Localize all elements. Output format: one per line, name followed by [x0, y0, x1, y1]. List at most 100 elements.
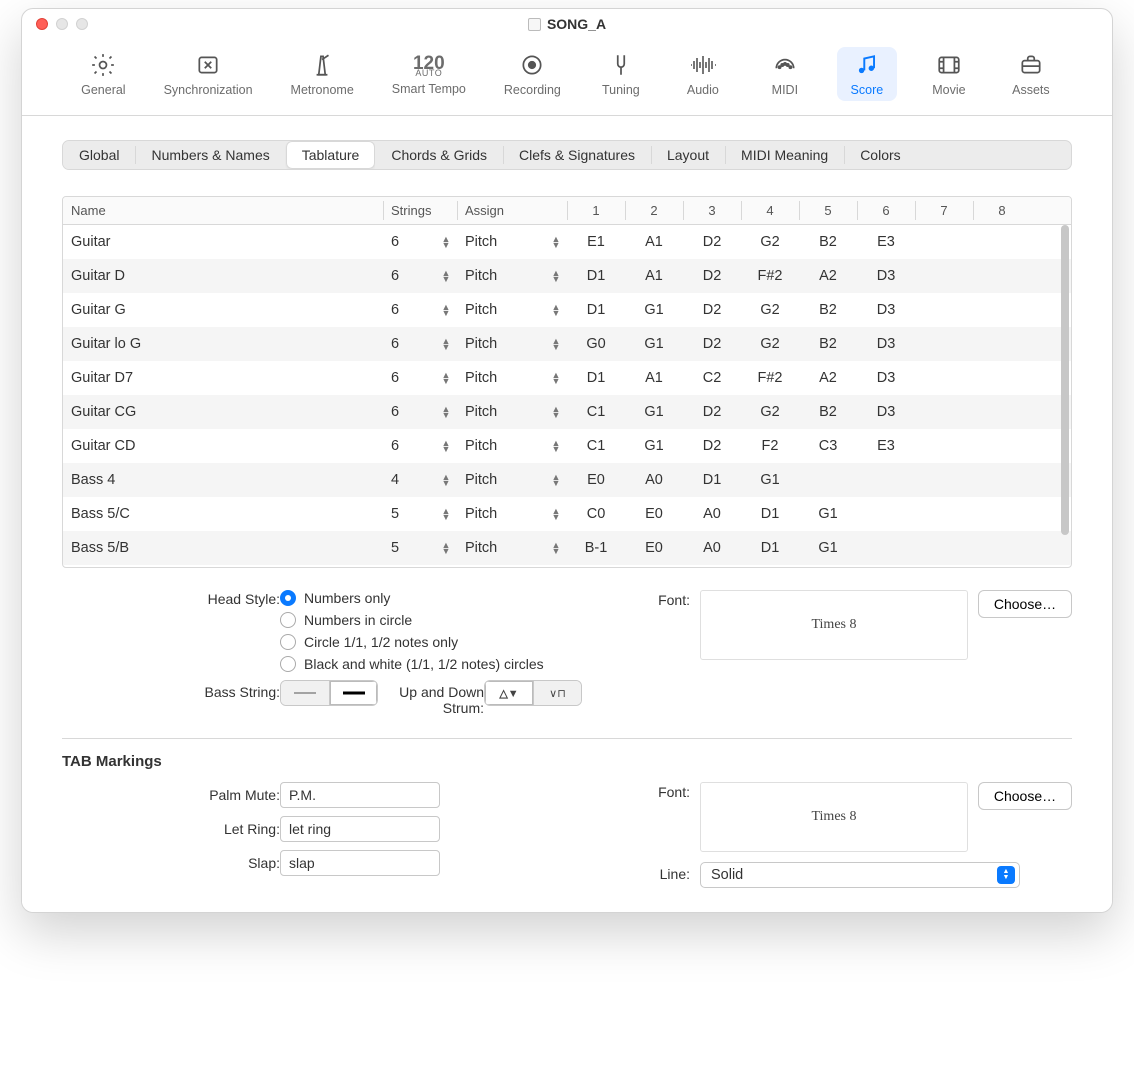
- cell-pitch-4[interactable]: D1: [741, 540, 799, 556]
- col-assign[interactable]: Assign: [457, 197, 567, 224]
- zoom-window-button[interactable]: [76, 18, 88, 30]
- cell-pitch-1[interactable]: D1: [567, 370, 625, 386]
- subtab-chords-grids[interactable]: Chords & Grids: [375, 141, 503, 169]
- table-row[interactable]: Bass 5/C5▲▼Pitch▲▼C0E0A0D1G1: [63, 497, 1071, 531]
- stepper-icon[interactable]: ▲▼: [549, 406, 563, 418]
- let-ring-input[interactable]: let ring: [280, 816, 440, 842]
- cell-pitch-5[interactable]: B2: [799, 234, 857, 250]
- stepper-icon[interactable]: ▲▼: [439, 236, 453, 248]
- cell-pitch-3[interactable]: D2: [683, 268, 741, 284]
- cell-pitch-3[interactable]: A0: [683, 506, 741, 522]
- cell-pitch-5[interactable]: A2: [799, 370, 857, 386]
- cell-pitch-2[interactable]: G1: [625, 404, 683, 420]
- cell-assign[interactable]: Pitch▲▼: [457, 302, 567, 318]
- table-row[interactable]: Guitar CG6▲▼Pitch▲▼C1G1D2G2B2D3: [63, 395, 1071, 429]
- subtab-colors[interactable]: Colors: [844, 141, 916, 169]
- cell-pitch-3[interactable]: D2: [683, 438, 741, 454]
- toolbar-audio[interactable]: Audio: [673, 47, 733, 101]
- cell-pitch-6[interactable]: D3: [857, 404, 915, 420]
- stepper-icon[interactable]: ▲▼: [549, 474, 563, 486]
- cell-strings[interactable]: 6▲▼: [383, 302, 457, 318]
- col-1[interactable]: 1: [567, 197, 625, 224]
- cell-pitch-2[interactable]: E0: [625, 506, 683, 522]
- cell-pitch-5[interactable]: G1: [799, 506, 857, 522]
- toolbar-recording[interactable]: Recording: [496, 47, 569, 101]
- scrollbar[interactable]: [1059, 225, 1069, 565]
- col-8[interactable]: 8: [973, 197, 1031, 224]
- cell-assign[interactable]: Pitch▲▼: [457, 370, 567, 386]
- table-row[interactable]: Guitar D76▲▼Pitch▲▼D1A1C2F#2A2D3: [63, 361, 1071, 395]
- subtab-global[interactable]: Global: [63, 141, 135, 169]
- stepper-icon[interactable]: ▲▼: [439, 270, 453, 282]
- cell-pitch-6[interactable]: D3: [857, 268, 915, 284]
- minimize-window-button[interactable]: [56, 18, 68, 30]
- cell-pitch-2[interactable]: A1: [625, 370, 683, 386]
- cell-pitch-1[interactable]: D1: [567, 302, 625, 318]
- cell-strings[interactable]: 6▲▼: [383, 234, 457, 250]
- radio-numbers-only[interactable]: Numbers only: [280, 590, 582, 606]
- cell-pitch-4[interactable]: F#2: [741, 268, 799, 284]
- subtab-layout[interactable]: Layout: [651, 141, 725, 169]
- cell-pitch-1[interactable]: D1: [567, 268, 625, 284]
- stepper-icon[interactable]: ▲▼: [439, 338, 453, 350]
- cell-pitch-6[interactable]: E3: [857, 234, 915, 250]
- cell-pitch-1[interactable]: E0: [567, 472, 625, 488]
- col-name[interactable]: Name: [63, 197, 383, 224]
- cell-pitch-1[interactable]: B-1: [567, 540, 625, 556]
- toolbar-synchronization[interactable]: Synchronization: [156, 47, 261, 101]
- cell-pitch-1[interactable]: C1: [567, 438, 625, 454]
- cell-strings[interactable]: 6▲▼: [383, 404, 457, 420]
- table-body[interactable]: Guitar6▲▼Pitch▲▼E1A1D2G2B2E3Guitar D6▲▼P…: [63, 225, 1071, 567]
- stepper-icon[interactable]: ▲▼: [549, 270, 563, 282]
- cell-pitch-3[interactable]: D2: [683, 302, 741, 318]
- cell-pitch-2[interactable]: G1: [625, 336, 683, 352]
- cell-assign[interactable]: Pitch▲▼: [457, 506, 567, 522]
- bass-string-thin[interactable]: [281, 681, 329, 705]
- stepper-icon[interactable]: ▲▼: [439, 440, 453, 452]
- cell-assign[interactable]: Pitch▲▼: [457, 336, 567, 352]
- cell-pitch-2[interactable]: A1: [625, 234, 683, 250]
- cell-pitch-3[interactable]: D2: [683, 404, 741, 420]
- cell-pitch-5[interactable]: A2: [799, 268, 857, 284]
- cell-assign[interactable]: Pitch▲▼: [457, 234, 567, 250]
- cell-pitch-5[interactable]: G1: [799, 540, 857, 556]
- toolbar-tuning[interactable]: Tuning: [591, 47, 651, 101]
- cell-pitch-2[interactable]: A0: [625, 472, 683, 488]
- cell-pitch-4[interactable]: G2: [741, 234, 799, 250]
- cell-pitch-3[interactable]: C2: [683, 370, 741, 386]
- cell-pitch-3[interactable]: D2: [683, 234, 741, 250]
- stepper-icon[interactable]: ▲▼: [439, 474, 453, 486]
- strum-style-b[interactable]: ∨⊓: [533, 681, 581, 705]
- cell-pitch-4[interactable]: G1: [741, 472, 799, 488]
- col-2[interactable]: 2: [625, 197, 683, 224]
- strum-style-a[interactable]: △▼: [485, 681, 533, 705]
- cell-pitch-1[interactable]: E1: [567, 234, 625, 250]
- stepper-icon[interactable]: ▲▼: [439, 508, 453, 520]
- toolbar-movie[interactable]: Movie: [919, 47, 979, 101]
- cell-pitch-3[interactable]: D2: [683, 336, 741, 352]
- bass-string-thick[interactable]: [329, 681, 377, 705]
- toolbar-midi[interactable]: MIDI: [755, 47, 815, 101]
- cell-pitch-1[interactable]: C1: [567, 404, 625, 420]
- cell-pitch-2[interactable]: G1: [625, 302, 683, 318]
- cell-assign[interactable]: Pitch▲▼: [457, 438, 567, 454]
- cell-pitch-1[interactable]: C0: [567, 506, 625, 522]
- stepper-icon[interactable]: ▲▼: [549, 304, 563, 316]
- col-7[interactable]: 7: [915, 197, 973, 224]
- table-row[interactable]: Guitar D6▲▼Pitch▲▼D1A1D2F#2A2D3: [63, 259, 1071, 293]
- subtab-numbers-names[interactable]: Numbers & Names: [135, 141, 285, 169]
- table-row[interactable]: Guitar CD6▲▼Pitch▲▼C1G1D2F2C3E3: [63, 429, 1071, 463]
- col-strings[interactable]: Strings: [383, 197, 457, 224]
- cell-pitch-5[interactable]: B2: [799, 404, 857, 420]
- cell-pitch-5[interactable]: B2: [799, 302, 857, 318]
- table-row[interactable]: Bass 6/C6▲▼Pitch▲▼C0E0A0D1G1C2: [63, 565, 1071, 567]
- cell-pitch-3[interactable]: D1: [683, 472, 741, 488]
- toolbar-general[interactable]: General: [73, 47, 133, 101]
- cell-assign[interactable]: Pitch▲▼: [457, 404, 567, 420]
- stepper-icon[interactable]: ▲▼: [549, 372, 563, 384]
- cell-pitch-4[interactable]: G2: [741, 302, 799, 318]
- stepper-icon[interactable]: ▲▼: [549, 440, 563, 452]
- cell-pitch-1[interactable]: G0: [567, 336, 625, 352]
- table-row[interactable]: Bass 5/B5▲▼Pitch▲▼B-1E0A0D1G1: [63, 531, 1071, 565]
- cell-strings[interactable]: 6▲▼: [383, 268, 457, 284]
